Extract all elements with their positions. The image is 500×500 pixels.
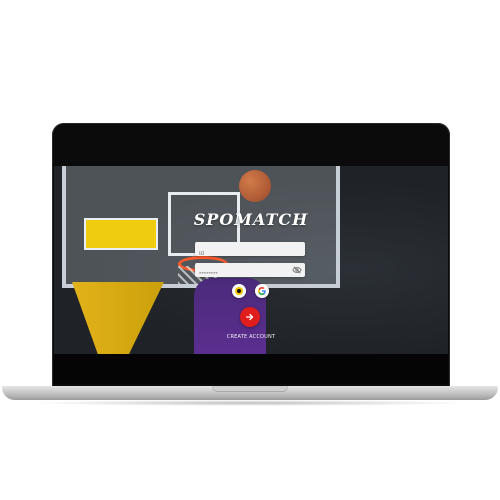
screen-bottom-bezel	[54, 354, 448, 384]
email-field[interactable]	[195, 242, 305, 261]
social-login-google[interactable]	[255, 284, 269, 298]
brand-title: SPOMATCH	[193, 210, 309, 229]
submit-button[interactable]	[240, 307, 260, 327]
laptop-base-notch	[212, 386, 288, 392]
email-input[interactable]	[195, 247, 305, 261]
social-login-yellow[interactable]	[232, 284, 246, 298]
password-field[interactable]	[195, 263, 305, 282]
password-input[interactable]	[195, 268, 305, 282]
google-icon	[258, 287, 266, 296]
basketball	[239, 170, 271, 202]
yellow-circle-icon	[235, 287, 243, 295]
arrow-right-icon	[246, 313, 254, 321]
laptop-screen: SPOMATCH CREATE ACCOUNT	[54, 166, 448, 354]
eye-off-icon[interactable]	[292, 265, 302, 275]
create-account-link[interactable]: CREATE ACCOUNT	[54, 334, 448, 340]
laptop-shadow	[30, 400, 470, 406]
